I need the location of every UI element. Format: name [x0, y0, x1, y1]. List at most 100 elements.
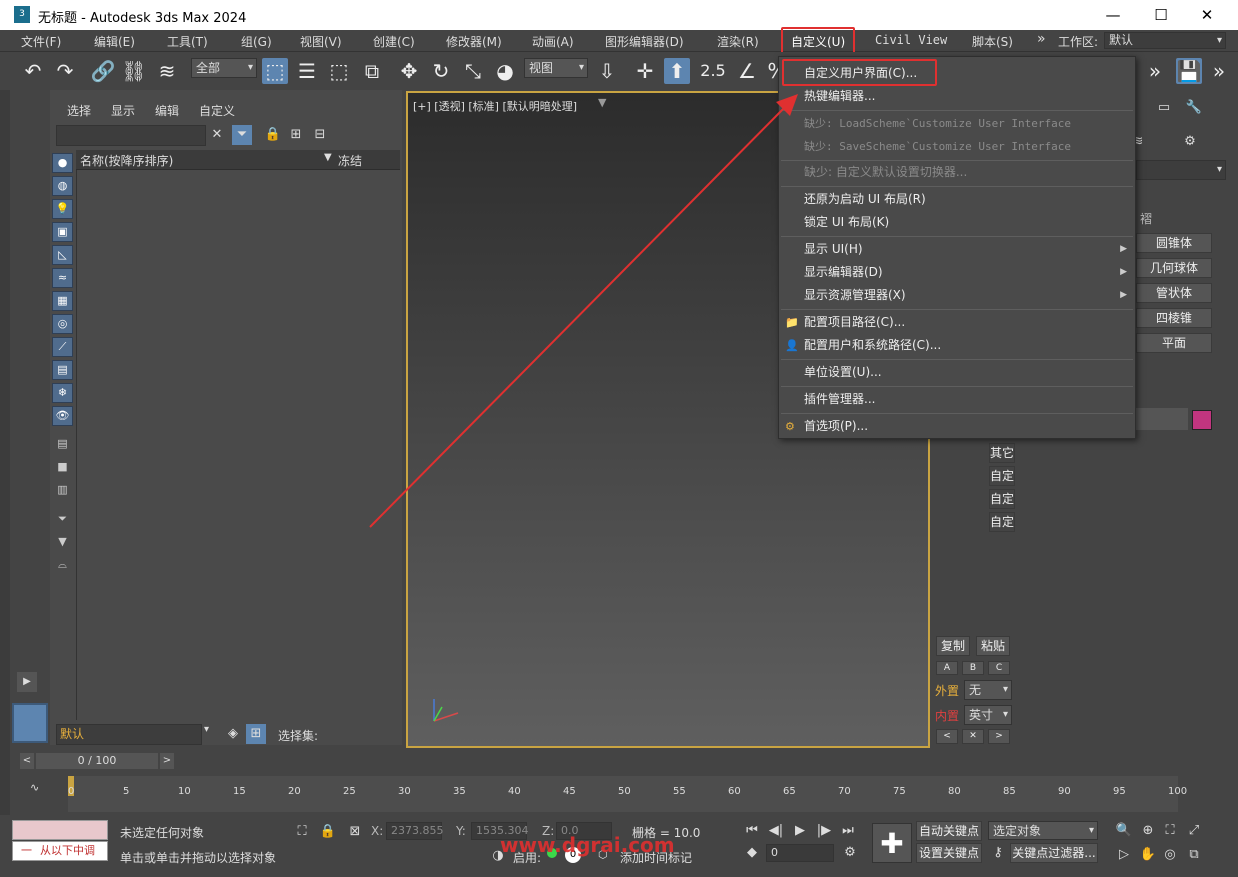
menu-rendering[interactable]: 渲染(R): [717, 33, 759, 50]
selection-set-icon[interactable]: ⊞: [246, 724, 266, 744]
systems-icon[interactable]: ⚙: [1180, 132, 1200, 152]
display-groups-icon[interactable]: ▦: [52, 291, 73, 311]
unlink-icon[interactable]: ⛓: [121, 58, 147, 84]
inner-dropdown[interactable]: 英寸: [964, 705, 1012, 725]
bind-spacewarp-icon[interactable]: ≋: [154, 58, 180, 84]
minimize-button[interactable]: —: [1090, 3, 1136, 27]
filter-options-icon[interactable]: ⏷: [52, 510, 73, 530]
display-tab-icon[interactable]: ▭: [1154, 98, 1174, 118]
selection-filter-dropdown[interactable]: 全部: [191, 58, 257, 78]
explorer-search-input[interactable]: [56, 125, 206, 146]
zoom-all-icon[interactable]: ⊕: [1138, 821, 1158, 841]
next-frame-icon[interactable]: |▶: [814, 821, 834, 841]
auto-key-button[interactable]: 自动关键点: [916, 821, 982, 841]
explorer-list[interactable]: [76, 170, 400, 720]
ref-coord-dropdown[interactable]: 视图: [524, 58, 588, 78]
undo-icon[interactable]: ↶: [20, 58, 46, 84]
custom-button-3[interactable]: 自定: [989, 512, 1015, 532]
menu-scripting[interactable]: 脚本(S): [972, 33, 1013, 50]
toolbar-more-2-icon[interactable]: »: [1206, 58, 1232, 84]
display-geometry-icon[interactable]: ●: [52, 153, 73, 173]
clear-button[interactable]: ✕: [962, 729, 984, 744]
display-frozen-icon[interactable]: 👁: [52, 406, 73, 426]
display-helpers-icon[interactable]: ◺: [52, 245, 73, 265]
display-none-icon[interactable]: ■: [52, 458, 73, 478]
display-bones-icon[interactable]: ⟋: [52, 337, 73, 357]
menu-item-plugin-manager[interactable]: 插件管理器...: [779, 388, 1135, 411]
paste-button[interactable]: 粘贴: [976, 636, 1010, 656]
zoom-icon[interactable]: 🔍: [1114, 821, 1134, 841]
utilities-tab-icon[interactable]: 🔧: [1184, 98, 1204, 118]
layer-dropdown-icon[interactable]: ▾: [204, 724, 209, 735]
viewport-layout-icon[interactable]: [12, 703, 48, 743]
custom-button-1[interactable]: 自定: [989, 466, 1015, 486]
display-shapes-icon[interactable]: ◍: [52, 176, 73, 196]
display-particles-icon[interactable]: ❄: [52, 383, 73, 403]
layer-hierarchy-icon[interactable]: ⊟: [310, 125, 330, 145]
menu-item-show-ui[interactable]: 显示 UI(H) ▶: [779, 238, 1135, 261]
maximize-button[interactable]: ☐: [1138, 3, 1184, 27]
play-icon[interactable]: ▶: [790, 821, 810, 841]
zoom-extents-all-icon[interactable]: ⤢: [1184, 821, 1204, 841]
tube-button[interactable]: 管状体: [1136, 283, 1212, 303]
abc-a-button[interactable]: A: [936, 661, 958, 675]
expand-panel-icon[interactable]: ▶: [17, 672, 37, 692]
layer-toggle-icon[interactable]: ⌓: [52, 556, 73, 576]
zoom-extents-icon[interactable]: ⛶: [1160, 821, 1180, 841]
pyramid-button[interactable]: 四棱锥: [1136, 308, 1212, 328]
object-type-dropdown[interactable]: [1136, 160, 1226, 180]
prev-frame-icon[interactable]: ◀|: [766, 821, 786, 841]
next-button[interactable]: >: [988, 729, 1010, 744]
explorer-tab-display[interactable]: 显示: [111, 102, 135, 119]
menu-item-preferences[interactable]: ⚙ 首选项(P)...: [779, 415, 1135, 438]
menu-item-hotkey-editor[interactable]: 热键编辑器...: [779, 85, 1135, 108]
menu-file[interactable]: 文件(F): [21, 33, 61, 50]
prev-button[interactable]: <: [936, 729, 958, 744]
select-object-icon[interactable]: ⬚: [262, 58, 288, 84]
display-cameras-icon[interactable]: ▣: [52, 222, 73, 242]
key-target-dropdown[interactable]: 选定对象: [988, 821, 1098, 840]
time-config-icon[interactable]: ⚙: [840, 843, 860, 863]
display-invert-icon[interactable]: ▥: [52, 481, 73, 501]
layers-icon[interactable]: ◈: [223, 724, 243, 744]
menu-item-user-paths[interactable]: 👤 配置用户和系统路径(C)...: [779, 334, 1135, 357]
column-name-header[interactable]: 名称(按降序排序): [80, 152, 173, 169]
display-spacewarps-icon[interactable]: ≈: [52, 268, 73, 288]
menu-animation[interactable]: 动画(A): [532, 33, 574, 50]
explorer-tab-edit[interactable]: 编辑: [155, 102, 179, 119]
object-color-swatch[interactable]: [1192, 410, 1212, 430]
plane-button[interactable]: 平面: [1136, 333, 1212, 353]
current-frame-field[interactable]: 0: [766, 844, 834, 862]
menu-views[interactable]: 视图(V): [300, 33, 342, 50]
maxscript-listener-top[interactable]: [12, 820, 108, 840]
absolute-mode-icon[interactable]: ⊠: [345, 822, 365, 842]
toolbar-more-icon[interactable]: »: [1142, 58, 1168, 84]
display-all-icon[interactable]: ▤: [52, 435, 73, 455]
link-icon[interactable]: 🔗: [90, 58, 116, 84]
menu-item-show-editors[interactable]: 显示编辑器(D) ▶: [779, 261, 1135, 284]
time-next-icon[interactable]: >: [160, 753, 174, 769]
goto-end-icon[interactable]: ⏭: [838, 821, 858, 841]
other-button[interactable]: 其它: [989, 443, 1015, 463]
menu-item-revert-ui[interactable]: 还原为启动 UI 布局(R): [779, 188, 1135, 211]
save-scene-icon[interactable]: 💾: [1176, 58, 1202, 84]
filter-icon[interactable]: ⏷: [232, 125, 252, 145]
redo-icon[interactable]: ↷: [52, 58, 78, 84]
explorer-tab-customize[interactable]: 自定义: [199, 102, 235, 119]
maxscript-listener-bottom[interactable]: 一从以下中调: [12, 841, 108, 861]
key-mode-icon[interactable]: ◆: [742, 843, 762, 863]
time-slider-handle[interactable]: 0 / 100: [36, 753, 158, 769]
copy-button[interactable]: 复制: [936, 636, 970, 656]
selection-lock-icon[interactable]: 🔒: [318, 822, 338, 842]
abc-b-button[interactable]: B: [962, 661, 984, 675]
menu-create[interactable]: 创建(C): [373, 33, 415, 50]
geosphere-button[interactable]: 几何球体: [1136, 258, 1212, 278]
outer-dropdown[interactable]: 无: [964, 680, 1012, 700]
curve-editor-icon[interactable]: ∿: [30, 781, 39, 794]
close-button[interactable]: ✕: [1184, 3, 1230, 27]
filter-toggle-icon[interactable]: ▼: [52, 533, 73, 553]
isolate-icon[interactable]: ⛶: [292, 822, 312, 842]
explorer-tab-select[interactable]: 选择: [67, 102, 91, 119]
menu-graph-editors[interactable]: 图形编辑器(D): [605, 33, 684, 50]
goto-start-icon[interactable]: ⏮: [742, 821, 762, 841]
